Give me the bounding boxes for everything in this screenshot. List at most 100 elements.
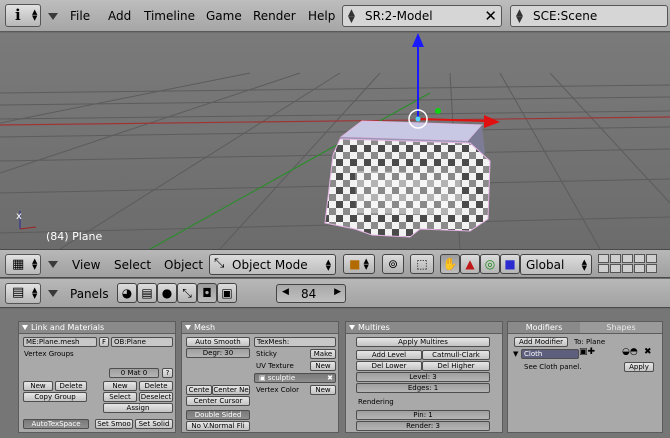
window-type-button[interactable]: ▦ ▲ ▼ <box>5 254 41 275</box>
increment-icon[interactable]: ▶ <box>334 287 341 297</box>
set-smooth-button[interactable]: Set Smoo <box>95 419 133 429</box>
del-lower-button[interactable]: Del Lower <box>356 361 422 371</box>
vertex-color-new-button[interactable]: New <box>310 385 336 395</box>
scale-manipulator[interactable]: ■ <box>500 254 520 274</box>
menu-select[interactable]: Select <box>114 258 151 272</box>
3d-viewport[interactable]: x (84) Plane <box>0 33 670 249</box>
menu-object[interactable]: Object <box>164 258 203 272</box>
move-updown-icon[interactable]: ◒◓ <box>622 347 638 357</box>
cloth-modifier-name[interactable]: Cloth <box>521 349 579 359</box>
render-level-field[interactable]: Render: 3 <box>356 421 490 431</box>
menu-game[interactable]: Game <box>206 9 242 23</box>
set-solid-button[interactable]: Set Solid <box>135 419 173 429</box>
material-index-field[interactable]: 0 Mat 0 <box>109 368 159 378</box>
mode-selector[interactable]: ⤡ Object Mode ▲ ▼ <box>209 254 336 275</box>
collapse-menu-icon[interactable] <box>48 13 58 20</box>
scene-context-button[interactable]: ▣ <box>217 283 237 303</box>
layer-button[interactable] <box>622 264 633 273</box>
scene-selector[interactable]: ▲ ▼ SCE:Scene <box>510 5 668 27</box>
layer-button[interactable] <box>598 254 609 263</box>
mesh-name-field[interactable]: ME:Plane.mesh <box>23 337 97 347</box>
no-vnormal-flip-toggle[interactable]: No V.Normal Fli <box>186 421 250 431</box>
layer-button[interactable] <box>610 264 621 273</box>
layer-button[interactable] <box>610 254 621 263</box>
tab-modifiers[interactable]: Modifiers <box>508 322 580 333</box>
collapse-menu-icon[interactable] <box>48 290 58 297</box>
window-type-button[interactable]: i ▲ ▼ <box>5 4 41 27</box>
shading-context-button[interactable]: ● <box>157 283 177 303</box>
pivot-button[interactable]: ⊚ <box>382 254 404 274</box>
level-field[interactable]: Level: 3 <box>356 372 490 382</box>
updown-icon: ▲ ▼ <box>363 257 369 271</box>
texmesh-field[interactable]: TexMesh: <box>254 337 336 347</box>
frame-number-field[interactable]: ◀ 84 ▶ <box>276 284 346 303</box>
layer-buttons[interactable] <box>598 254 657 273</box>
sphere-icon: ● <box>161 286 173 300</box>
orientation-selector[interactable]: Global ▲ ▼ <box>520 254 592 275</box>
layer-button[interactable] <box>634 264 645 273</box>
menu-render[interactable]: Render <box>253 9 296 23</box>
panel-title[interactable]: Link and Materials <box>19 322 175 334</box>
new-material-button[interactable]: New <box>103 381 137 391</box>
smooth-degree-field[interactable]: Degr: 30 <box>186 348 250 358</box>
draw-type-button[interactable]: ■ ▲ ▼ <box>343 254 375 274</box>
panel-title[interactable]: Multires <box>346 322 502 334</box>
layer-button[interactable] <box>622 254 633 263</box>
screen-selector[interactable]: ▲ ▼ SR:2-Model ✕ <box>342 5 502 27</box>
center-cursor-button[interactable]: Center Cursor <box>186 396 250 406</box>
edges-field[interactable]: Edges: 1 <box>356 383 490 393</box>
material-help-button[interactable]: ? <box>162 368 173 378</box>
add-modifier-button[interactable]: Add Modifier <box>514 337 568 347</box>
select-material-button[interactable]: Select <box>103 392 137 402</box>
center-button[interactable]: Cente <box>186 385 212 395</box>
pin-field[interactable]: Pin: 1 <box>356 410 490 420</box>
decrement-icon[interactable]: ◀ <box>282 287 289 297</box>
sticky-make-button[interactable]: Make <box>310 349 336 359</box>
translate-manipulator[interactable]: ▲ <box>460 254 480 274</box>
window-type-button[interactable]: ▤ ▲ ▼ <box>5 283 41 304</box>
manipulator-toggle[interactable]: ✋ <box>440 254 460 274</box>
pivot-options-button[interactable]: ⬚ <box>410 254 434 274</box>
center-new-button[interactable]: Center Ne <box>212 385 250 395</box>
apply-multires-button[interactable]: Apply Multires <box>356 337 490 347</box>
delete-vertex-group-button[interactable]: Delete <box>55 381 87 391</box>
script-context-button[interactable]: ▤ <box>137 283 157 303</box>
object-context-button[interactable]: ⤡ <box>177 283 197 303</box>
uv-texture-new-button[interactable]: New <box>310 361 336 371</box>
autotexspace-toggle[interactable]: AutoTexSpace <box>23 419 89 429</box>
add-level-button[interactable]: Add Level <box>356 350 422 360</box>
apply-modifier-button[interactable]: Apply <box>624 362 654 372</box>
tab-shapes[interactable]: Shapes <box>580 322 662 333</box>
object-name-field[interactable]: OB:Plane <box>111 337 173 347</box>
close-icon[interactable]: ✕ <box>484 7 497 25</box>
menu-timeline[interactable]: Timeline <box>144 9 195 23</box>
auto-smooth-toggle[interactable]: Auto Smooth <box>186 337 250 347</box>
menu-view[interactable]: View <box>72 258 100 272</box>
logic-context-button[interactable]: ◕ <box>117 283 137 303</box>
delete-material-button[interactable]: Delete <box>139 381 173 391</box>
editing-context-button[interactable]: ◘ <box>197 283 217 303</box>
rotate-manipulator[interactable]: ◎ <box>480 254 500 274</box>
layer-button[interactable] <box>634 254 645 263</box>
menu-add[interactable]: Add <box>108 9 131 23</box>
menu-help[interactable]: Help <box>308 9 335 23</box>
subdivision-type-menu[interactable]: Catmull-Clark <box>422 350 490 360</box>
remove-layer-icon[interactable]: ✖ <box>327 374 333 382</box>
remove-modifier-icon[interactable]: ✖ <box>644 347 652 357</box>
uv-layer-sculptie[interactable]: ▣ sculptie ✖ <box>254 373 336 383</box>
layer-button[interactable] <box>646 254 657 263</box>
panel-title[interactable]: Mesh <box>182 322 338 334</box>
assign-material-button[interactable]: Assign <box>103 403 173 413</box>
cage-icons[interactable]: ▣✚ <box>579 347 595 357</box>
deselect-material-button[interactable]: Deselect <box>139 392 173 402</box>
fake-user-button[interactable]: F <box>99 337 109 347</box>
layer-button[interactable] <box>646 264 657 273</box>
del-higher-button[interactable]: Del Higher <box>422 361 490 371</box>
menu-file[interactable]: File <box>70 9 90 23</box>
copy-group-button[interactable]: Copy Group <box>23 392 87 402</box>
collapse-menu-icon[interactable] <box>48 261 58 268</box>
layer-button[interactable] <box>598 264 609 273</box>
new-vertex-group-button[interactable]: New <box>23 381 53 391</box>
double-sided-toggle[interactable]: Double Sided <box>186 410 250 420</box>
expand-arrow-icon[interactable]: ▼ <box>513 350 518 358</box>
